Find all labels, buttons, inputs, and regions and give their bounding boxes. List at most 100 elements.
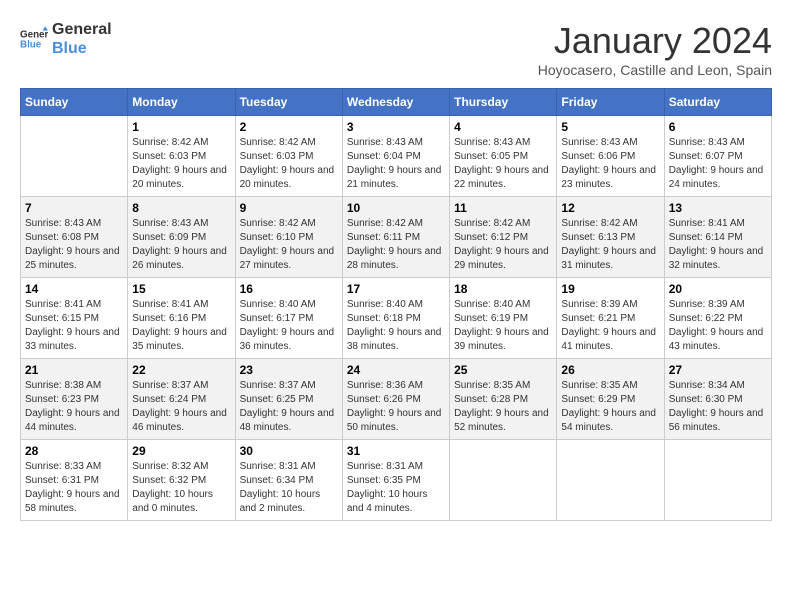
- calendar-cell: 1Sunrise: 8:42 AMSunset: 6:03 PMDaylight…: [128, 116, 235, 197]
- calendar-cell: 22Sunrise: 8:37 AMSunset: 6:24 PMDayligh…: [128, 359, 235, 440]
- calendar-cell: 10Sunrise: 8:42 AMSunset: 6:11 PMDayligh…: [342, 197, 449, 278]
- calendar-cell: 20 Sunrise: 8:39 AMSunset: 6:22 PMDayligh…: [664, 278, 771, 359]
- header-saturday: Saturday: [664, 89, 771, 116]
- week-row-2: 7 Sunrise: 8:43 AMSunset: 6:08 PMDaylight…: [21, 197, 772, 278]
- calendar-cell: 6 Sunrise: 8:43 AMSunset: 6:07 PMDaylight…: [664, 116, 771, 197]
- week-row-3: 14 Sunrise: 8:41 AMSunset: 6:15 PMDayligh…: [21, 278, 772, 359]
- day-number: 3: [347, 120, 445, 134]
- day-number: 4: [454, 120, 552, 134]
- day-details: Sunrise: 8:41 AMSunset: 6:16 PMDaylight:…: [132, 298, 230, 354]
- calendar-cell: 29 Sunrise: 8:32 AMSunset: 6:32 PMDayligh…: [128, 440, 235, 521]
- calendar-cell: [21, 116, 128, 197]
- day-details: Sunrise: 8:43 AMSunset: 6:06 PMDaylight:…: [561, 136, 659, 192]
- calendar-cell: 11Sunrise: 8:42 AMSunset: 6:12 PMDayligh…: [450, 197, 557, 278]
- calendar-cell: 16Sunrise: 8:40 AMSunset: 6:17 PMDayligh…: [235, 278, 342, 359]
- logo-line1: General: [52, 20, 112, 39]
- day-details: Sunrise: 8:39 AMSunset: 6:22 PMDaylight:…: [669, 298, 767, 354]
- day-details: Sunrise: 8:43 AMSunset: 6:07 PMDaylight:…: [669, 136, 767, 192]
- day-details: Sunrise: 8:31 AMSunset: 6:34 PMDaylight:…: [240, 460, 338, 516]
- day-number: 21: [25, 363, 123, 377]
- day-number: 13: [669, 201, 767, 215]
- day-details: Sunrise: 8:42 AMSunset: 6:10 PMDaylight:…: [240, 217, 338, 273]
- day-number: 24: [347, 363, 445, 377]
- day-details: Sunrise: 8:36 AMSunset: 6:26 PMDaylight:…: [347, 379, 445, 435]
- calendar-cell: 3 Sunrise: 8:43 AMSunset: 6:04 PMDaylight…: [342, 116, 449, 197]
- day-details: Sunrise: 8:40 AMSunset: 6:17 PMDaylight:…: [240, 298, 338, 354]
- day-details: Sunrise: 8:42 AMSunset: 6:13 PMDaylight:…: [561, 217, 659, 273]
- day-details: Sunrise: 8:35 AMSunset: 6:28 PMDaylight:…: [454, 379, 552, 435]
- calendar-cell: 31Sunrise: 8:31 AMSunset: 6:35 PMDayligh…: [342, 440, 449, 521]
- day-number: 28: [25, 444, 123, 458]
- month-title: January 2024: [538, 20, 772, 62]
- calendar-cell: 7 Sunrise: 8:43 AMSunset: 6:08 PMDaylight…: [21, 197, 128, 278]
- day-number: 19: [561, 282, 659, 296]
- day-details: Sunrise: 8:37 AMSunset: 6:25 PMDaylight:…: [240, 379, 338, 435]
- header-sunday: Sunday: [21, 89, 128, 116]
- header-row: SundayMondayTuesdayWednesdayThursdayFrid…: [21, 89, 772, 116]
- day-details: Sunrise: 8:35 AMSunset: 6:29 PMDaylight:…: [561, 379, 659, 435]
- day-number: 8: [132, 201, 230, 215]
- calendar-cell: 4 Sunrise: 8:43 AMSunset: 6:05 PMDaylight…: [450, 116, 557, 197]
- day-number: 27: [669, 363, 767, 377]
- week-row-4: 21 Sunrise: 8:38 AMSunset: 6:23 PMDayligh…: [21, 359, 772, 440]
- calendar-cell: 28Sunrise: 8:33 AMSunset: 6:31 PMDayligh…: [21, 440, 128, 521]
- day-details: Sunrise: 8:43 AMSunset: 6:08 PMDaylight:…: [25, 217, 123, 273]
- day-details: Sunrise: 8:40 AMSunset: 6:19 PMDaylight:…: [454, 298, 552, 354]
- day-number: 6: [669, 120, 767, 134]
- calendar-cell: [557, 440, 664, 521]
- header-wednesday: Wednesday: [342, 89, 449, 116]
- day-number: 12: [561, 201, 659, 215]
- day-number: 14: [25, 282, 123, 296]
- calendar-cell: 13 Sunrise: 8:41 AMSunset: 6:14 PMDayligh…: [664, 197, 771, 278]
- day-details: Sunrise: 8:37 AMSunset: 6:24 PMDaylight:…: [132, 379, 230, 435]
- day-details: Sunrise: 8:43 AMSunset: 6:05 PMDaylight:…: [454, 136, 552, 192]
- calendar-table: SundayMondayTuesdayWednesdayThursdayFrid…: [20, 88, 772, 521]
- day-number: 25: [454, 363, 552, 377]
- calendar-cell: 25 Sunrise: 8:35 AMSunset: 6:28 PMDayligh…: [450, 359, 557, 440]
- calendar-cell: 23Sunrise: 8:37 AMSunset: 6:25 PMDayligh…: [235, 359, 342, 440]
- location-subtitle: Hoyocasero, Castille and Leon, Spain: [538, 62, 772, 78]
- calendar-cell: 21 Sunrise: 8:38 AMSunset: 6:23 PMDayligh…: [21, 359, 128, 440]
- week-row-1: 1 Sunrise: 8:42 AMSunset: 6:03 PMDaylight…: [21, 116, 772, 197]
- calendar-cell: 26 Sunrise: 8:35 AMSunset: 6:29 PMDayligh…: [557, 359, 664, 440]
- day-number: 15: [132, 282, 230, 296]
- day-details: Sunrise: 8:43 AMSunset: 6:04 PMDaylight:…: [347, 136, 445, 192]
- day-details: Sunrise: 8:38 AMSunset: 6:23 PMDaylight:…: [25, 379, 123, 435]
- calendar-cell: 12 Sunrise: 8:42 AMSunset: 6:13 PMDayligh…: [557, 197, 664, 278]
- page-header: General Blue General Blue January 2024 H…: [20, 20, 772, 78]
- day-number: 2: [240, 120, 338, 134]
- day-number: 5: [561, 120, 659, 134]
- day-details: Sunrise: 8:32 AMSunset: 6:32 PMDaylight:…: [132, 460, 230, 516]
- day-number: 17: [347, 282, 445, 296]
- day-details: Sunrise: 8:41 AMSunset: 6:14 PMDaylight:…: [669, 217, 767, 273]
- day-number: 18: [454, 282, 552, 296]
- title-area: January 2024 Hoyocasero, Castille and Le…: [538, 20, 772, 78]
- calendar-cell: 2 Sunrise: 8:42 AMSunset: 6:03 PMDaylight…: [235, 116, 342, 197]
- day-number: 1: [132, 120, 230, 134]
- day-number: 29: [132, 444, 230, 458]
- day-number: 11: [454, 201, 552, 215]
- calendar-cell: 17 Sunrise: 8:40 AMSunset: 6:18 PMDayligh…: [342, 278, 449, 359]
- calendar-cell: 14 Sunrise: 8:41 AMSunset: 6:15 PMDayligh…: [21, 278, 128, 359]
- day-details: Sunrise: 8:41 AMSunset: 6:15 PMDaylight:…: [25, 298, 123, 354]
- logo-icon: General Blue: [20, 25, 48, 53]
- logo-line2: Blue: [52, 39, 112, 58]
- calendar-cell: [450, 440, 557, 521]
- week-row-5: 28Sunrise: 8:33 AMSunset: 6:31 PMDayligh…: [21, 440, 772, 521]
- day-details: Sunrise: 8:39 AMSunset: 6:21 PMDaylight:…: [561, 298, 659, 354]
- calendar-cell: 5 Sunrise: 8:43 AMSunset: 6:06 PMDaylight…: [557, 116, 664, 197]
- day-number: 20: [669, 282, 767, 296]
- day-number: 26: [561, 363, 659, 377]
- calendar-cell: 27 Sunrise: 8:34 AMSunset: 6:30 PMDayligh…: [664, 359, 771, 440]
- calendar-cell: 15 Sunrise: 8:41 AMSunset: 6:16 PMDayligh…: [128, 278, 235, 359]
- day-details: Sunrise: 8:40 AMSunset: 6:18 PMDaylight:…: [347, 298, 445, 354]
- logo: General Blue General Blue: [20, 20, 112, 58]
- day-number: 9: [240, 201, 338, 215]
- header-tuesday: Tuesday: [235, 89, 342, 116]
- day-details: Sunrise: 8:34 AMSunset: 6:30 PMDaylight:…: [669, 379, 767, 435]
- calendar-cell: 30Sunrise: 8:31 AMSunset: 6:34 PMDayligh…: [235, 440, 342, 521]
- day-number: 7: [25, 201, 123, 215]
- day-details: Sunrise: 8:42 AMSunset: 6:03 PMDaylight:…: [240, 136, 338, 192]
- calendar-cell: 18 Sunrise: 8:40 AMSunset: 6:19 PMDayligh…: [450, 278, 557, 359]
- day-details: Sunrise: 8:43 AMSunset: 6:09 PMDaylight:…: [132, 217, 230, 273]
